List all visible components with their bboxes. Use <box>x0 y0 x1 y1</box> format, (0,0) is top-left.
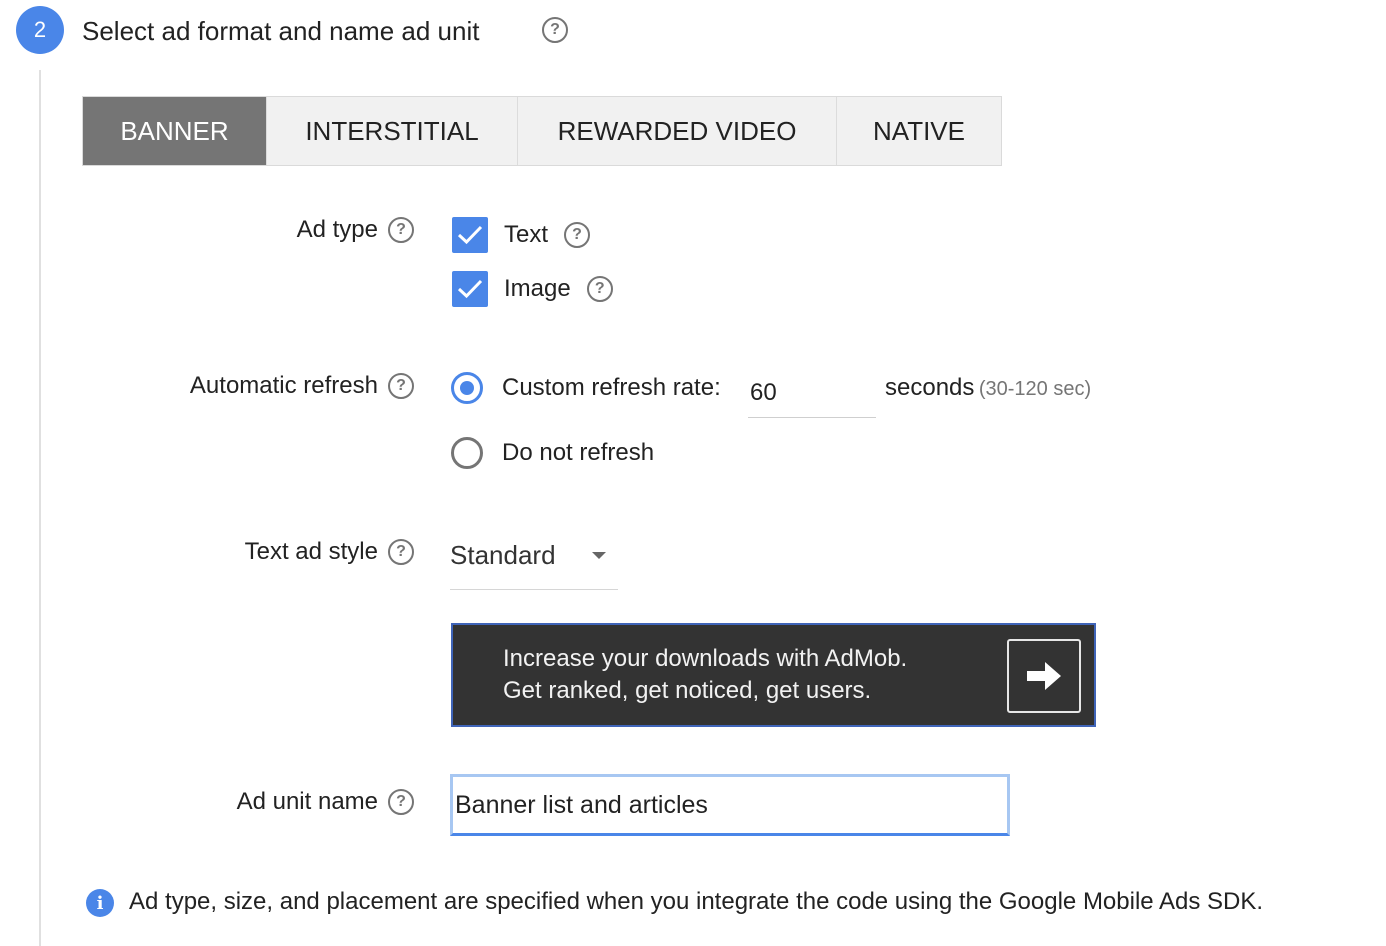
step-connector-line <box>39 70 41 946</box>
ad-type-label: Ad type <box>296 216 378 243</box>
refresh-range-hint: (30-120 sec) <box>978 378 1092 400</box>
text-checkbox[interactable] <box>452 217 488 253</box>
arrow-right-icon <box>1027 662 1061 690</box>
ad-type-option-image: Image ? <box>452 271 613 307</box>
help-icon[interactable]: ? <box>388 789 414 815</box>
step-title: Select ad format and name ad unit <box>82 16 480 46</box>
help-icon[interactable]: ? <box>542 17 568 43</box>
no-refresh-option: Do not refresh <box>451 437 654 469</box>
ad-type-option-text: Text ? <box>452 217 591 253</box>
image-checkbox[interactable] <box>452 271 488 307</box>
no-refresh-radio[interactable] <box>451 437 483 469</box>
custom-refresh-radio[interactable] <box>451 372 483 404</box>
text-ad-style-label: Text ad style <box>244 538 378 565</box>
text-ad-style-label-row: Text ad style ? <box>245 538 414 566</box>
image-option-label: Image <box>504 275 571 302</box>
refresh-rate-input[interactable] <box>748 368 876 418</box>
automatic-refresh-label-row: Automatic refresh ? <box>190 372 414 400</box>
checkmark-icon <box>457 225 483 245</box>
seconds-label: seconds <box>885 374 975 401</box>
no-refresh-label: Do not refresh <box>502 439 655 466</box>
info-icon: i <box>86 889 114 917</box>
text-ad-style-select[interactable]: Standard <box>450 522 618 590</box>
automatic-refresh-label: Automatic refresh <box>189 372 378 399</box>
checkmark-icon <box>457 279 483 299</box>
chevron-down-icon <box>592 552 606 559</box>
ad-unit-name-label: Ad unit name <box>236 788 378 815</box>
tab-native[interactable]: NATIVE <box>837 97 1001 165</box>
help-icon[interactable]: ? <box>388 217 414 243</box>
seconds-unit: seconds (30-120 sec) <box>885 374 1091 402</box>
text-ad-style-value: Standard <box>450 540 556 570</box>
help-icon[interactable]: ? <box>388 539 414 565</box>
custom-refresh-option: Custom refresh rate: <box>451 372 721 404</box>
preview-line-2: Get ranked, get noticed, get users. <box>503 677 872 704</box>
ad-type-label-row: Ad type ? <box>297 216 414 244</box>
help-icon[interactable]: ? <box>564 222 591 248</box>
step-number-badge: 2 <box>16 6 64 54</box>
preview-line-1: Increase your downloads with AdMob. <box>503 645 908 672</box>
ad-unit-name-label-row: Ad unit name ? <box>237 788 414 816</box>
custom-refresh-label: Custom refresh rate: <box>502 374 721 401</box>
tab-banner[interactable]: BANNER <box>83 97 267 165</box>
text-option-label: Text <box>504 221 549 248</box>
tab-interstitial[interactable]: INTERSTITIAL <box>267 97 518 165</box>
ad-format-tabs: BANNER INTERSTITIAL REWARDED VIDEO NATIV… <box>82 96 1002 166</box>
help-icon[interactable]: ? <box>388 373 414 399</box>
info-note: Ad type, size, and placement are specifi… <box>129 888 1264 915</box>
help-icon[interactable]: ? <box>586 276 613 302</box>
ad-unit-name-input[interactable] <box>450 774 1010 836</box>
tab-rewarded-video[interactable]: REWARDED VIDEO <box>518 97 837 165</box>
preview-arrow-button[interactable] <box>1007 639 1081 713</box>
ad-preview-banner: Increase your downloads with AdMob. Get … <box>451 623 1096 727</box>
